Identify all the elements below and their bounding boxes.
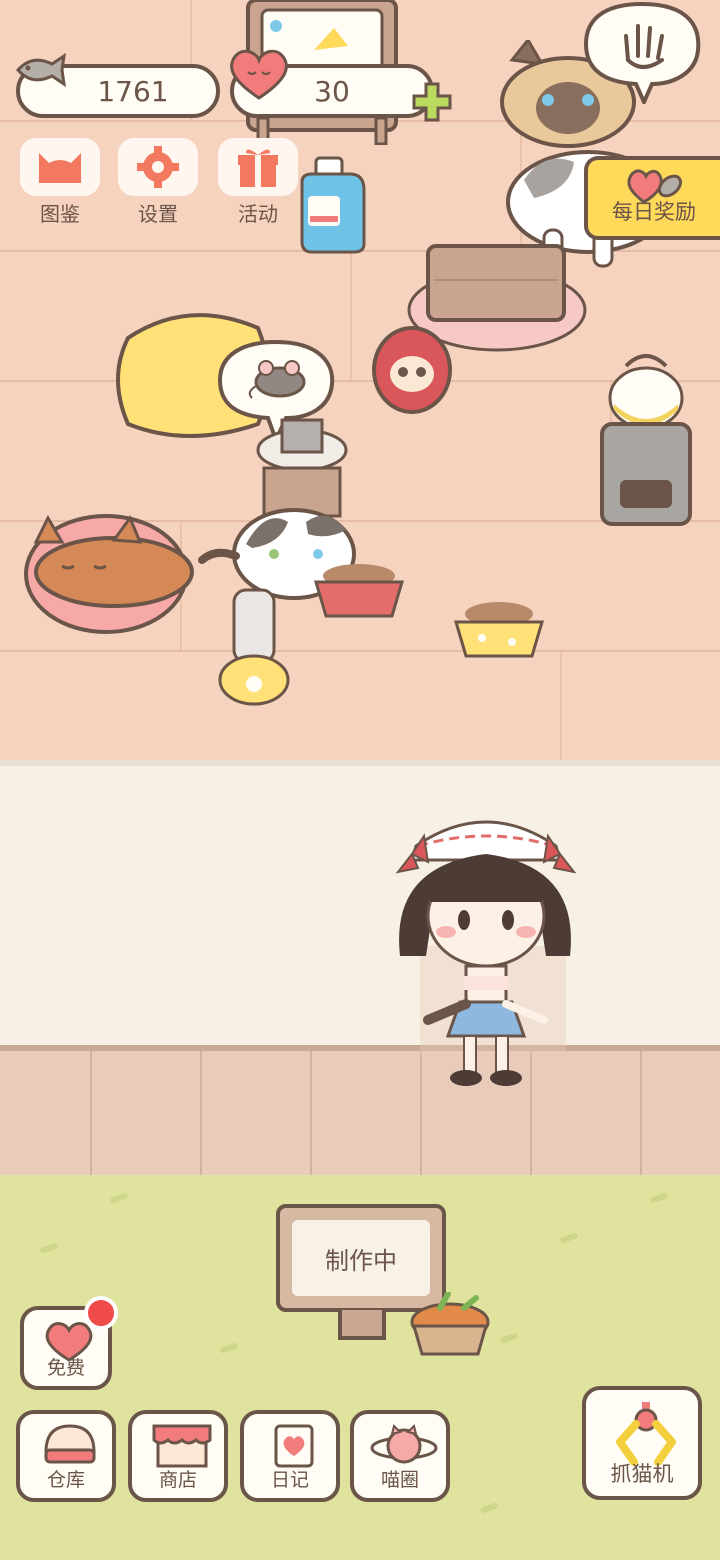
events-label: 活动: [238, 202, 278, 226]
claw-machine-button[interactable]: 抓猫机: [582, 1386, 702, 1500]
shop-awning-icon: [152, 1424, 212, 1468]
carrot-basket[interactable]: [404, 1292, 496, 1358]
heart-icon: [230, 49, 288, 100]
settings-button[interactable]: 设置: [118, 138, 198, 227]
game-scene: 每日奖励 制作中 1761 30 图鉴 设置 活动 免费 仓库 商店 日记 喵圈…: [0, 0, 720, 1560]
meow-circle-button[interactable]: 喵圈: [350, 1410, 450, 1502]
meow-circle-label: 喵圈: [380, 1469, 419, 1491]
diary-notebook-icon: [274, 1424, 314, 1468]
kettle-stove[interactable]: [596, 344, 696, 528]
wooden-fence: [0, 1045, 720, 1181]
events-button[interactable]: 活动: [218, 138, 298, 227]
heart-currency-value: 30: [314, 74, 350, 108]
sign-post: [338, 1310, 386, 1340]
fish-icon: [16, 52, 66, 88]
claw-machine-label: 抓猫机: [610, 1462, 674, 1486]
collection-button[interactable]: 图鉴: [20, 138, 100, 227]
warehouse-bun-icon: [44, 1424, 96, 1464]
shop-label: 商店: [158, 1469, 197, 1491]
red-food-bowl[interactable]: [312, 556, 406, 622]
daily-reward-label: 每日奖励: [612, 200, 696, 224]
collection-label: 图鉴: [40, 202, 80, 226]
fish-currency-value: 1761: [97, 74, 169, 108]
scratching-post[interactable]: [254, 414, 350, 518]
collection-cat-icon: [20, 138, 100, 196]
add-hearts-plus-icon[interactable]: [410, 80, 454, 124]
crafting-status-text: 制作中: [292, 1220, 430, 1296]
warehouse-button[interactable]: 仓库: [16, 1410, 116, 1502]
free-label: 免费: [46, 1357, 85, 1379]
planet-cat-icon: [370, 1424, 438, 1464]
diary-label: 日记: [270, 1469, 309, 1491]
house-wall: [0, 760, 720, 1051]
tabby-cat-on-cushion[interactable]: [22, 506, 208, 638]
detergent-bottle[interactable]: [294, 156, 374, 256]
diary-button[interactable]: 日记: [240, 1410, 340, 1502]
gift-icon: [218, 138, 298, 196]
daily-reward-button[interactable]: 每日奖励: [584, 156, 720, 240]
daruma-doll[interactable]: [370, 324, 454, 414]
warehouse-label: 仓库: [46, 1469, 85, 1491]
pet-hand-bubble[interactable]: [582, 0, 702, 104]
water-fountain[interactable]: [216, 588, 292, 708]
settings-label: 设置: [138, 202, 178, 226]
shop-button[interactable]: 商店: [128, 1410, 228, 1502]
yellow-food-bowl[interactable]: [452, 596, 546, 662]
notification-dot: [84, 1296, 118, 1330]
girl-character[interactable]: [390, 806, 580, 1092]
gear-icon: [118, 138, 198, 196]
